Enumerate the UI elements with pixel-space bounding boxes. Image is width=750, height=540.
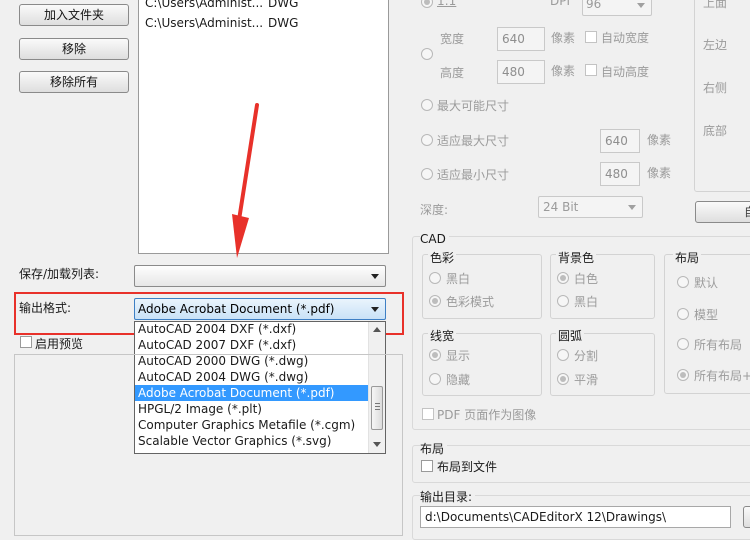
- dpi-combo[interactable]: 96: [582, 0, 652, 16]
- dpi-label: DPI: [550, 0, 571, 8]
- bg-bw-label: 黑白: [574, 295, 599, 309]
- output-dir-label: 输出目录:: [420, 488, 476, 505]
- color-title: 色彩: [428, 249, 457, 266]
- fit-min-input[interactable]: 480: [600, 162, 640, 186]
- lineweight-hide-label: 隐藏: [446, 373, 471, 387]
- chevron-down-icon: [628, 205, 636, 210]
- background-title: 背景色: [556, 249, 597, 266]
- pdf-page-as-image-checkbox[interactable]: [422, 408, 434, 420]
- fit-max-radio[interactable]: [421, 134, 433, 146]
- max-size-label: 最大可能尺寸: [437, 99, 510, 113]
- dpi-value: 96: [586, 0, 602, 11]
- remove-button[interactable]: 移除: [19, 38, 129, 60]
- auto-width-label: 自动宽度: [601, 31, 650, 45]
- file-type: DWG: [268, 16, 299, 30]
- chevron-down-icon: [637, 3, 645, 8]
- fit-min-label: 适应最小尺寸: [437, 168, 510, 182]
- height-input[interactable]: 480: [497, 60, 545, 84]
- color-bw-radio[interactable]: [429, 272, 441, 284]
- file-type: DWG: [268, 0, 299, 10]
- margins-group: [694, 0, 750, 192]
- color-bw-label: 黑白: [446, 272, 471, 286]
- lineweight-show-label: 显示: [446, 349, 471, 363]
- layout-model-label: 模型: [694, 308, 719, 322]
- lineweight-hide-radio[interactable]: [429, 373, 441, 385]
- margin-top-label: 上面: [703, 0, 728, 10]
- bg-white-radio[interactable]: [557, 272, 569, 284]
- layout-all-label: 所有布局: [694, 338, 743, 352]
- color-mode-label: 色彩模式: [446, 295, 495, 309]
- margin-right-label: 右侧: [703, 81, 728, 95]
- auto-height-checkbox[interactable]: [585, 64, 597, 76]
- width-label: 宽度: [440, 32, 465, 46]
- layout-model-radio[interactable]: [677, 308, 689, 320]
- file-path: C:\Users\Administ...: [145, 16, 264, 30]
- scale-label: 1:1: [437, 0, 457, 8]
- enable-preview-label: 启用预览: [35, 337, 84, 351]
- color-mode-radio[interactable]: [429, 295, 441, 307]
- format-option[interactable]: AutoCAD 2007 DXF (*.dxf): [135, 337, 369, 353]
- fit-max-unit: 像素: [647, 133, 672, 147]
- arc-split-radio[interactable]: [557, 349, 569, 361]
- bg-white-label: 白色: [574, 272, 599, 286]
- lineweight-show-radio[interactable]: [429, 349, 441, 361]
- enable-preview-checkbox[interactable]: [20, 336, 32, 348]
- layout-title: 布局: [673, 249, 702, 266]
- file-path: C:\Users\Administ...: [145, 0, 264, 10]
- save-load-list-label: 保存/加载列表:: [19, 267, 100, 281]
- margin-bottom-label: 底部: [703, 124, 728, 138]
- red-arrow-annotation: [232, 103, 259, 258]
- fit-max-label: 适应最大尺寸: [437, 134, 510, 148]
- scroll-up-icon[interactable]: [373, 327, 381, 332]
- depth-value: 24 Bit: [543, 200, 579, 214]
- margin-left-label: 左边: [703, 38, 728, 52]
- preview-pane: [14, 354, 403, 536]
- arc-title: 圆弧: [556, 327, 585, 344]
- layout-to-file-label: 布局到文件: [437, 460, 498, 474]
- layout-default-label: 默认: [694, 276, 719, 290]
- fit-max-input[interactable]: 640: [600, 129, 640, 153]
- add-folder-button[interactable]: 加入文件夹: [19, 4, 129, 26]
- height-unit: 像素: [551, 64, 576, 78]
- width-input[interactable]: 640: [497, 27, 545, 51]
- output-dir-input[interactable]: d:\Documents\CADEditorX 12\Drawings\: [420, 506, 731, 528]
- chevron-down-icon: [371, 274, 379, 279]
- cad-title: CAD: [420, 232, 449, 246]
- arc-smooth-radio[interactable]: [557, 373, 569, 385]
- pdf-page-as-image-label: PDF 页面作为图像: [437, 408, 537, 422]
- save-load-list-combo[interactable]: [134, 265, 386, 287]
- layout-all-plus-radio[interactable]: [677, 369, 689, 381]
- depth-label: 深度:: [420, 203, 449, 217]
- scale-1-1-radio[interactable]: [421, 0, 433, 8]
- depth-combo[interactable]: 24 Bit: [538, 196, 643, 218]
- bg-bw-radio[interactable]: [557, 295, 569, 307]
- layout-all-radio[interactable]: [677, 338, 689, 350]
- arc-split-label: 分割: [574, 349, 599, 363]
- arc-smooth-label: 平滑: [574, 373, 599, 387]
- margins-button[interactable]: 自: [695, 201, 750, 223]
- layout-to-file-checkbox[interactable]: [421, 460, 433, 472]
- fit-min-unit: 像素: [647, 166, 672, 180]
- height-label: 高度: [440, 66, 465, 80]
- format-option[interactable]: AutoCAD 2004 DXF (*.dxf): [135, 322, 369, 337]
- max-size-radio[interactable]: [421, 99, 433, 111]
- browse-button[interactable]: [743, 506, 750, 528]
- layout-section-title: 布局: [420, 440, 448, 457]
- layout-default-radio[interactable]: [677, 276, 689, 288]
- custom-size-radio[interactable]: [421, 48, 433, 60]
- width-unit: 像素: [551, 31, 576, 45]
- auto-width-checkbox[interactable]: [585, 31, 597, 43]
- fit-min-radio[interactable]: [421, 168, 433, 180]
- auto-height-label: 自动高度: [601, 65, 650, 79]
- lineweight-title: 线宽: [428, 327, 457, 344]
- remove-all-button[interactable]: 移除所有: [19, 71, 129, 93]
- layout-all-plus-label: 所有布局+: [694, 369, 750, 383]
